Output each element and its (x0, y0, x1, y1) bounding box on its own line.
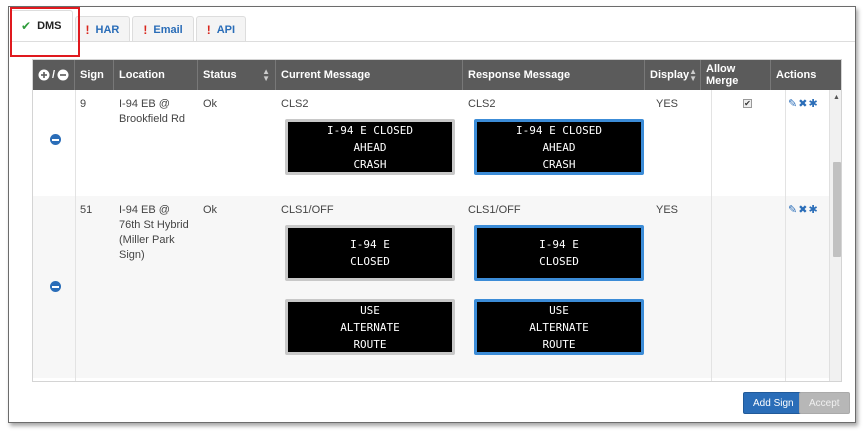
scroll-thumb[interactable] (833, 162, 841, 257)
header-separator: / (52, 69, 56, 81)
header-display[interactable]: Display ▲ ▼ (645, 60, 701, 90)
tab-divider (10, 41, 855, 42)
allow-merge-checkbox[interactable]: ✔ (743, 99, 752, 108)
response-code-cell: CLS2 (468, 98, 496, 110)
delete-icon[interactable]: ✖ (798, 204, 808, 216)
warning-icon: ! (143, 22, 148, 37)
tab-api[interactable]: ! API (195, 16, 247, 42)
current-message-sign-page-2: USE ALTERNATE ROUTE (285, 299, 455, 355)
display-cell: YES (656, 98, 679, 110)
header-current-message[interactable]: Current Message (276, 60, 463, 90)
row-actions: ✎✖✱ (788, 97, 819, 110)
header-allow-merge[interactable]: Allow Merge (701, 60, 771, 90)
edit-icon[interactable]: ✎ (788, 204, 798, 216)
current-message-sign-page-1: I-94 E CLOSED (285, 225, 455, 281)
header-controls: / (33, 60, 75, 90)
accept-button[interactable]: Accept (799, 392, 850, 414)
table-row: 9 I-94 EB @ Brookfield Rd Ok CLS2 CLS2 I… (33, 90, 829, 191)
sort-icon[interactable]: ▲ ▼ (262, 68, 270, 83)
warning-icon: ! (206, 22, 211, 37)
check-icon: ✔ (21, 19, 32, 33)
edit-icon[interactable]: ✎ (788, 98, 798, 110)
column-divider (75, 90, 76, 381)
current-code-cell: CLS1/OFF (281, 204, 334, 216)
tab-har-label: HAR (95, 23, 120, 36)
sign-cell: 9 (80, 98, 87, 110)
header-location[interactable]: Location (114, 60, 198, 90)
response-message-sign-page-1[interactable]: I-94 E CLOSED (474, 225, 644, 281)
location-cell: I-94 EB @ 76th St Hybrid (Miller Park Si… (119, 204, 189, 261)
header-sign[interactable]: Sign (75, 60, 114, 90)
column-divider (785, 90, 786, 381)
grid-scrollbar[interactable]: ▲ (829, 90, 841, 381)
grid-header: / Sign Location Status ▲ ▼ Current Message… (33, 60, 841, 90)
delete-icon[interactable]: ✖ (798, 98, 808, 110)
scroll-up-icon[interactable]: ▲ (833, 94, 840, 101)
header-actions: Actions (776, 69, 817, 81)
gear-icon[interactable]: ✱ (808, 98, 818, 110)
column-divider (711, 90, 712, 381)
tab-email-label: Email (153, 23, 183, 36)
tab-dms-label: DMS (37, 20, 62, 32)
header-status[interactable]: Status ▲ ▼ (198, 60, 276, 90)
tab-bar: ✔ DMS ! HAR ! Email ! API (10, 8, 248, 42)
response-code-cell: CLS1/OFF (468, 204, 521, 216)
sort-icon[interactable]: ▲ ▼ (689, 68, 697, 83)
current-message-sign: I-94 E CLOSED AHEAD CRASH (285, 119, 455, 175)
remove-row-icon[interactable] (50, 134, 61, 145)
status-cell: Ok (203, 98, 218, 110)
display-cell: YES (656, 204, 679, 216)
tab-dms[interactable]: ✔ DMS (10, 10, 73, 42)
location-cell: I-94 EB @ Brookfield Rd (119, 98, 186, 125)
row-actions: ✎✖✱ (788, 203, 819, 216)
response-message-sign-page-2[interactable]: USE ALTERNATE ROUTE (474, 299, 644, 355)
table-row: 51 I-94 EB @ 76th St Hybrid (Miller Park… (33, 196, 829, 378)
tab-har[interactable]: ! HAR (74, 16, 131, 42)
header-response-message[interactable]: Response Message (463, 60, 645, 90)
tab-email[interactable]: ! Email (132, 16, 194, 42)
add-sign-button[interactable]: Add Sign (743, 392, 804, 414)
warning-icon: ! (85, 22, 90, 37)
gear-icon[interactable]: ✱ (808, 204, 818, 216)
current-code-cell: CLS2 (281, 98, 309, 110)
dms-grid: / Sign Location Status ▲ ▼ Current Message… (32, 59, 842, 382)
status-cell: Ok (203, 204, 218, 216)
sign-cell: 51 (80, 204, 93, 216)
remove-row-icon[interactable] (50, 281, 61, 292)
response-message-sign[interactable]: I-94 E CLOSED AHEAD CRASH (474, 119, 644, 175)
grid-body: 9 I-94 EB @ Brookfield Rd Ok CLS2 CLS2 I… (33, 90, 829, 381)
tab-api-label: API (216, 23, 236, 36)
